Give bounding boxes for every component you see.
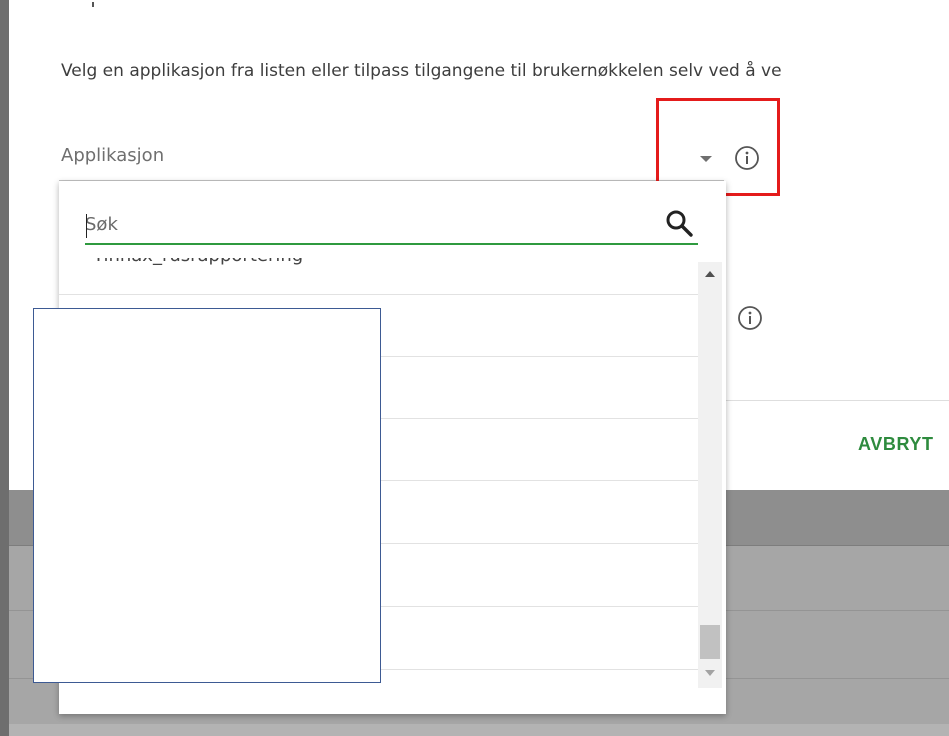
search-input[interactable]: Søk [85,214,118,235]
intro-text: Velg en applikasjon fra listen eller til… [61,61,782,81]
cancel-button[interactable]: AVBRYT [858,434,934,455]
dialog-actions-divider [724,400,949,401]
scroll-up-arrow-icon[interactable] [705,271,715,277]
list-item-label: Tinnax_rusrapportering [93,258,303,266]
search-input-underline [85,243,698,245]
scrollbar-thumb[interactable] [700,625,720,659]
backdrop-edge [9,724,949,736]
text-fragment [92,2,94,7]
info-icon[interactable] [737,305,763,331]
application-field-label: Applikasjon [61,145,165,166]
text-cursor [86,214,87,238]
search-icon[interactable] [664,208,694,238]
list-item[interactable]: Tinnax_rusrapportering [59,258,698,295]
left-edge-bar [0,0,9,736]
scroll-down-arrow-icon[interactable] [705,670,715,676]
redaction-box [33,308,381,683]
